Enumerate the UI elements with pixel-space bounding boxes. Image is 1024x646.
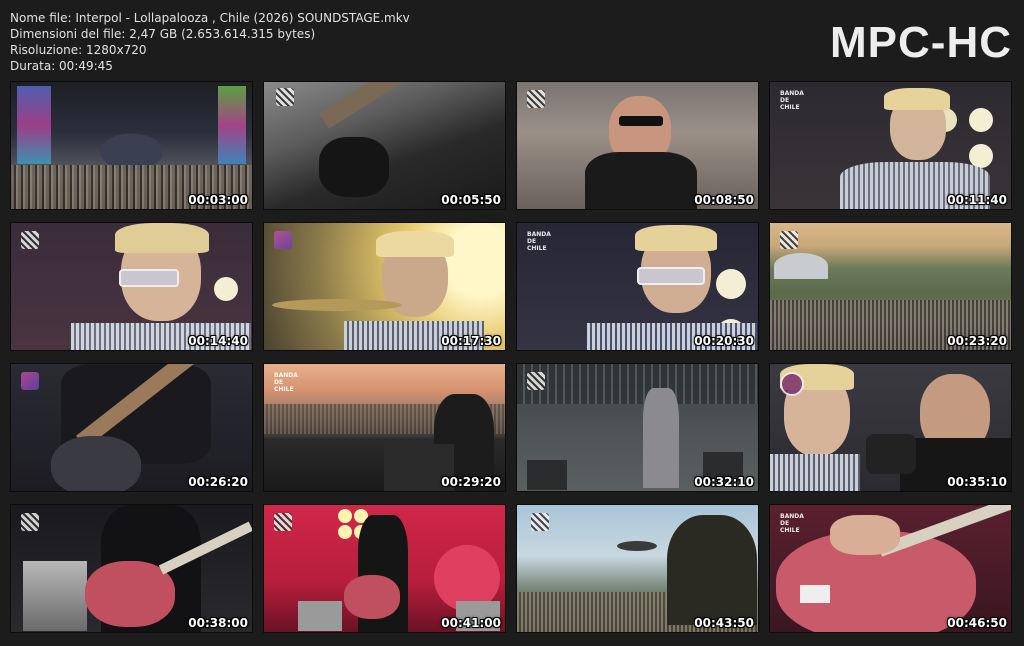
file-name-line: Nome file: Interpol - Lollapalooza , Chi… (10, 11, 410, 25)
thumbnail: 00:38:00 (10, 504, 253, 633)
timestamp: 00:41:00 (441, 616, 501, 630)
broadcaster-logo (531, 513, 549, 531)
thumbnail-image (517, 223, 758, 350)
broadcaster-logo (21, 372, 39, 390)
thumbnail: 00:26:20 (10, 363, 253, 492)
broadcaster-logo (274, 513, 292, 531)
thumbnail-image (770, 82, 1011, 209)
thumbnail-image (517, 82, 758, 209)
timestamp: 00:03:00 (188, 193, 248, 207)
thumbnail: 00:35:10 (769, 363, 1012, 492)
thumbnail: 00:14:40 (10, 222, 253, 351)
thumbnail-image (264, 223, 505, 350)
file-info-panel: Nome file: Interpol - Lollapalooza , Chi… (10, 10, 410, 74)
thumbnail-image (11, 223, 252, 350)
broadcaster-logo (527, 372, 545, 390)
thumbnail-image (517, 364, 758, 491)
timestamp: 00:08:50 (694, 193, 754, 207)
timestamp: 00:26:20 (188, 475, 248, 489)
timestamp: 00:32:10 (694, 475, 754, 489)
thumbnail: 00:03:00 (10, 81, 253, 210)
broadcaster-logo (276, 88, 294, 106)
thumbnail: 00:32:10 (516, 363, 759, 492)
timestamp: 00:17:30 (441, 334, 501, 348)
timestamp: 00:29:20 (441, 475, 501, 489)
thumbnail-grid: 00:03:00 00:05:50 00:08:50 BANDA DE CHIL… (10, 81, 1012, 633)
timestamp: 00:14:40 (188, 334, 248, 348)
thumbnail: 00:43:50 (516, 504, 759, 633)
broadcaster-logo: BANDA DE CHILE (527, 231, 551, 252)
thumbnail: BANDA DE CHILE 00:20:30 (516, 222, 759, 351)
timestamp: 00:05:50 (441, 193, 501, 207)
broadcaster-logo: BANDA DE CHILE (780, 90, 804, 111)
thumbnail-image (770, 223, 1011, 350)
broadcaster-logo (21, 231, 39, 249)
timestamp: 00:11:40 (947, 193, 1007, 207)
thumbnail: 00:17:30 (263, 222, 506, 351)
thumbnail-image (770, 364, 1011, 491)
file-size-line: Dimensioni del file: 2,47 GB (2.653.614.… (10, 27, 316, 41)
thumbnail-image (517, 505, 758, 632)
thumbnail: 00:05:50 (263, 81, 506, 210)
thumbnail: 00:41:00 (263, 504, 506, 633)
thumbnail-image (11, 364, 252, 491)
thumbnail-image (264, 364, 505, 491)
thumbnail: BANDA DE CHILE 00:11:40 (769, 81, 1012, 210)
timestamp: 00:35:10 (947, 475, 1007, 489)
broadcaster-logo: BANDA DE CHILE (274, 372, 298, 393)
broadcaster-logo (274, 231, 292, 249)
thumbnail: 00:23:20 (769, 222, 1012, 351)
broadcaster-logo (780, 231, 798, 249)
thumbnail-image (11, 505, 252, 632)
timestamp: 00:20:30 (694, 334, 754, 348)
thumbnail-image (11, 82, 252, 209)
thumbnail-image (770, 505, 1011, 632)
thumbnail: BANDA DE CHILE 00:29:20 (263, 363, 506, 492)
broadcaster-logo (21, 513, 39, 531)
thumbnail: 00:08:50 (516, 81, 759, 210)
broadcaster-logo (780, 372, 804, 396)
thumbnail-image (264, 505, 505, 632)
resolution-line: Risoluzione: 1280x720 (10, 43, 147, 57)
timestamp: 00:23:20 (947, 334, 1007, 348)
thumbnail: BANDA DE CHILE 00:46:50 (769, 504, 1012, 633)
timestamp: 00:43:50 (694, 616, 754, 630)
thumbnail-image (264, 82, 505, 209)
broadcaster-logo (527, 90, 545, 108)
timestamp: 00:46:50 (947, 616, 1007, 630)
broadcaster-logo: BANDA DE CHILE (780, 513, 804, 534)
duration-line: Durata: 00:49:45 (10, 59, 113, 73)
timestamp: 00:38:00 (188, 616, 248, 630)
app-logo: MPC-HC (830, 18, 1012, 67)
